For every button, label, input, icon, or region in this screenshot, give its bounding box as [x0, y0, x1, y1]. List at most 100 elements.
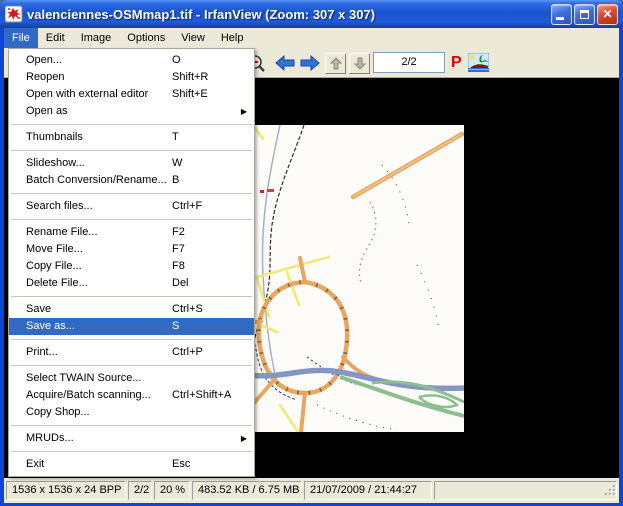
- menu-separator: [11, 193, 252, 194]
- maximize-button[interactable]: [574, 4, 595, 25]
- menu-separator: [11, 296, 252, 297]
- page-number-input[interactable]: 2/2: [373, 52, 445, 73]
- menu-item-shortcut: Ctrl+P: [172, 344, 203, 361]
- maximize-icon: [580, 10, 589, 19]
- submenu-arrow-icon: ▶: [241, 103, 247, 120]
- menu-item-label: Copy File...: [26, 258, 82, 275]
- menu-item-batch-conversion-rename[interactable]: Batch Conversion/Rename... B: [9, 172, 254, 189]
- menu-item-open-as[interactable]: Open as ▶: [9, 103, 254, 120]
- image-thumbnail-icon[interactable]: [468, 53, 489, 77]
- menu-item-shortcut: F7: [172, 241, 185, 258]
- menu-item-shortcut: Shift+R: [172, 69, 208, 86]
- menu-item-label: Delete File...: [26, 275, 88, 292]
- menu-item-label: Acquire/Batch scanning...: [26, 387, 151, 404]
- menu-item-shortcut: T: [172, 129, 179, 146]
- menu-item-label: Thumbnails: [26, 129, 83, 146]
- menu-item-open[interactable]: Open... O: [9, 52, 254, 69]
- menu-item-label: Rename File...: [26, 224, 98, 241]
- file-menu-panel: Open...OReopenShift+ROpen with external …: [8, 48, 255, 477]
- menu-item-copy-file[interactable]: Copy File... F8: [9, 258, 254, 275]
- status-spare: [434, 481, 617, 500]
- menu-separator: [11, 365, 252, 366]
- menu-item-shortcut: B: [172, 172, 179, 189]
- menu-item-slideshow[interactable]: Slideshow... W: [9, 155, 254, 172]
- menu-item-label: Open with external editor: [26, 86, 148, 103]
- irfanview-window: valenciennes-OSMmap1.tif - IrfanView (Zo…: [0, 0, 623, 506]
- menubar-item-edit[interactable]: Edit: [38, 28, 73, 48]
- menu-item-label: MRUDs...: [26, 430, 74, 447]
- menu-separator: [11, 451, 252, 452]
- menu-item-label: Batch Conversion/Rename...: [26, 172, 167, 189]
- menu-item-print[interactable]: Print... Ctrl+P: [9, 344, 254, 361]
- statusbar: 1536 x 1536 x 24 BPP2/220 %483.52 KB / 6…: [4, 478, 619, 503]
- menu-item-move-file[interactable]: Move File... F7: [9, 241, 254, 258]
- menubar-item-file[interactable]: File: [4, 28, 38, 48]
- menu-item-thumbnails[interactable]: Thumbnails T: [9, 129, 254, 146]
- menu-item-save-as[interactable]: Save as... S: [9, 318, 254, 335]
- irfanview-app-icon[interactable]: [5, 5, 23, 23]
- menu-separator: [11, 425, 252, 426]
- menu-item-shortcut: Del: [172, 275, 189, 292]
- menu-item-shortcut: Ctrl+S: [172, 301, 203, 318]
- menu-item-label: Slideshow...: [26, 155, 85, 172]
- minimize-button[interactable]: [551, 4, 572, 25]
- menu-item-label: Move File...: [26, 241, 83, 258]
- status-dimensions: 1536 x 1536 x 24 BPP: [6, 481, 126, 500]
- menu-item-shortcut: F8: [172, 258, 185, 275]
- menu-item-shortcut: S: [172, 318, 179, 335]
- resize-grip[interactable]: [604, 484, 617, 500]
- menu-item-shortcut: Esc: [172, 456, 190, 473]
- status-filesize: 483.52 KB / 6.75 MB: [192, 481, 302, 500]
- close-button[interactable]: ✕: [597, 4, 618, 25]
- next-image-icon[interactable]: [300, 55, 320, 76]
- menu-item-label: Copy Shop...: [26, 404, 90, 421]
- status-datetime: 21/07/2009 / 21:44:27: [304, 481, 432, 500]
- menubar-item-image[interactable]: Image: [73, 28, 120, 48]
- menubar-item-view[interactable]: View: [173, 28, 213, 48]
- close-icon: ✕: [602, 8, 612, 20]
- status-zoom: 20 %: [154, 481, 190, 500]
- menu-item-label: Exit: [26, 456, 44, 473]
- submenu-arrow-icon: ▶: [241, 430, 247, 447]
- menu-item-label: Save: [26, 301, 51, 318]
- menu-separator: [11, 150, 252, 151]
- p-icon[interactable]: P: [451, 52, 462, 73]
- page-up-button[interactable]: [325, 53, 346, 74]
- menu-item-open-with-external-editor[interactable]: Open with external editor Shift+E: [9, 86, 254, 103]
- menubar-item-options[interactable]: Options: [119, 28, 173, 48]
- menu-item-delete-file[interactable]: Delete File... Del: [9, 275, 254, 292]
- menu-separator: [11, 124, 252, 125]
- menu-item-label: Select TWAIN Source...: [26, 370, 142, 387]
- menu-separator: [11, 339, 252, 340]
- menu-item-copy-shop[interactable]: Copy Shop...: [9, 404, 254, 421]
- menu-item-reopen[interactable]: Reopen Shift+R: [9, 69, 254, 86]
- menu-item-exit[interactable]: Exit Esc: [9, 456, 254, 473]
- menu-item-label: Print...: [26, 344, 58, 361]
- menu-item-shortcut: Shift+E: [172, 86, 208, 103]
- menu-item-label: Save as...: [26, 318, 75, 335]
- menu-item-shortcut: Ctrl+Shift+A: [172, 387, 231, 404]
- titlebar[interactable]: valenciennes-OSMmap1.tif - IrfanView (Zo…: [0, 0, 623, 28]
- menu-item-shortcut: O: [172, 52, 181, 69]
- menu-item-rename-file[interactable]: Rename File... F2: [9, 224, 254, 241]
- menu-item-shortcut: W: [172, 155, 182, 172]
- previous-image-icon[interactable]: [275, 55, 295, 76]
- menu-item-label: Reopen: [26, 69, 65, 86]
- menu-item-shortcut: Ctrl+F: [172, 198, 202, 215]
- menu-item-save[interactable]: Save Ctrl+S: [9, 301, 254, 318]
- window-title: valenciennes-OSMmap1.tif - IrfanView (Zo…: [27, 7, 551, 22]
- minimize-icon: [556, 17, 564, 20]
- menu-item-mruds[interactable]: MRUDs... ▶: [9, 430, 254, 447]
- menubar: FileEditImageOptionsViewHelp: [4, 28, 619, 48]
- menubar-item-help[interactable]: Help: [213, 28, 252, 48]
- menu-separator: [11, 219, 252, 220]
- menu-item-search-files[interactable]: Search files... Ctrl+F: [9, 198, 254, 215]
- menu-item-label: Open...: [26, 52, 62, 69]
- menu-item-acquire-batch-scanning[interactable]: Acquire/Batch scanning... Ctrl+Shift+A: [9, 387, 254, 404]
- menu-item-label: Open as: [26, 103, 68, 120]
- menu-item-label: Search files...: [26, 198, 93, 215]
- status-page: 2/2: [128, 481, 152, 500]
- menu-item-select-twain-source[interactable]: Select TWAIN Source...: [9, 370, 254, 387]
- page-down-button[interactable]: [349, 53, 370, 74]
- menu-item-shortcut: F2: [172, 224, 185, 241]
